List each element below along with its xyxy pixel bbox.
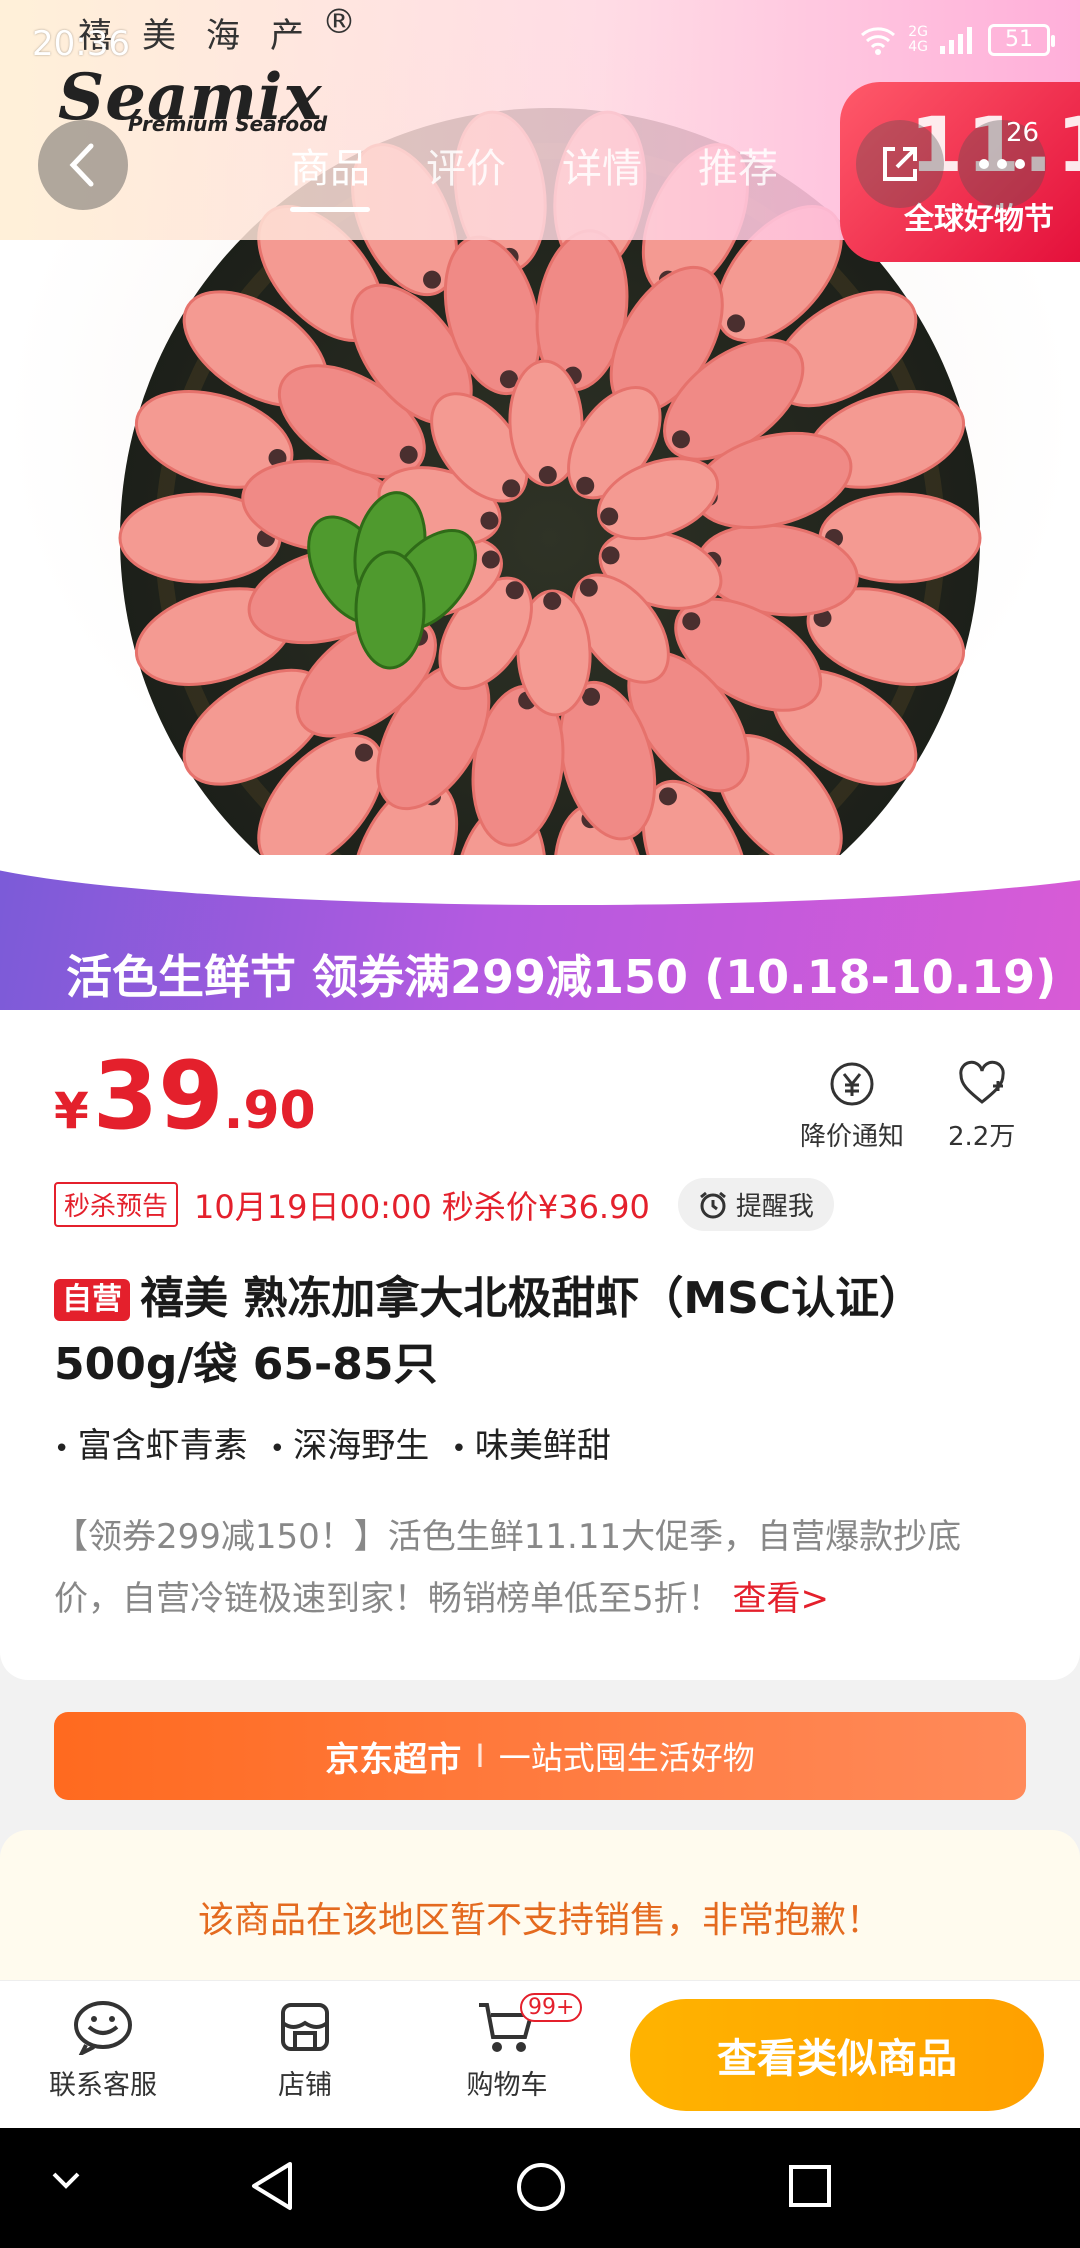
- promo-banner[interactable]: 活色生鲜节 领券满299减150 (10.18-10.19): [0, 855, 1080, 1010]
- seckill-preview: 秒杀预告 10月19日00:00 秒杀价¥36.90 提醒我: [54, 1178, 834, 1231]
- view-similar-button[interactable]: 查看类似商品: [630, 1999, 1044, 2111]
- remind-me-button[interactable]: 提醒我: [677, 1178, 834, 1231]
- share-button[interactable]: [856, 120, 944, 208]
- store-button[interactable]: 店铺: [230, 1999, 380, 2102]
- share-icon: [883, 147, 917, 181]
- product-title-text: 禧美 熟冻加拿大北极甜虾（MSC认证）500g/袋 65-85只: [54, 1273, 924, 1390]
- back-button[interactable]: [38, 120, 128, 210]
- bottom-action-bar: 联系客服 店铺 99+ 购物车 查看类似商品: [0, 1980, 1080, 2128]
- system-navigation-bar: [0, 2128, 1080, 2248]
- tab-reviews[interactable]: 评价: [426, 136, 506, 194]
- more-icon: [979, 159, 1025, 169]
- store-label: 店铺: [278, 2070, 332, 2101]
- customer-service-button[interactable]: 联系客服: [28, 1999, 178, 2102]
- tab-product[interactable]: 商品: [290, 136, 370, 212]
- yen-circle-icon: [830, 1062, 874, 1106]
- favorite-count: 2.2万: [948, 1122, 1016, 1152]
- brand-subtitle: Premium Seafood: [128, 112, 328, 136]
- battery-icon: 51: [988, 24, 1055, 56]
- feature-item: 富含虾青素: [54, 1418, 248, 1467]
- favorite-button[interactable]: 2.2万: [948, 1060, 1015, 1153]
- feature-item: 味美鲜甜: [451, 1418, 611, 1467]
- store-icon: [281, 2003, 329, 2051]
- remind-me-label: 提醒我: [735, 1192, 814, 1222]
- page-tabs: 商品 评价 详情 推荐: [290, 136, 778, 212]
- status-time: 20:36: [32, 24, 130, 64]
- wifi-icon: [861, 27, 896, 55]
- feature-list: 富含虾青素 深海野生 味美鲜甜: [54, 1418, 611, 1467]
- cart-count-badge: 99+: [520, 1993, 583, 2022]
- price-decimal: .90: [223, 1081, 316, 1141]
- nav-recents-button[interactable]: [786, 2162, 834, 2210]
- heart-plus-icon: [959, 1060, 1005, 1104]
- network-label: 2G 4G: [908, 24, 928, 55]
- unavailable-notice: 该商品在该地区暂不支持销售，非常抱歉！: [0, 1830, 1080, 1980]
- seckill-tag: 秒杀预告: [54, 1182, 179, 1227]
- triangle-back-icon: [252, 2162, 292, 2210]
- message-count-badge: 26: [1006, 118, 1040, 148]
- supermarket-name: 京东超市: [325, 1739, 462, 1780]
- signal-icon: [940, 27, 972, 54]
- price-currency: ¥: [54, 1082, 89, 1140]
- promo-banner-text: 活色生鲜节 领券满299减150 (10.18-10.19): [66, 950, 1057, 1004]
- tab-recommend[interactable]: 推荐: [698, 136, 778, 194]
- unavailable-notice-text: 该商品在该地区暂不支持销售，非常抱歉！: [197, 1900, 882, 1941]
- price-drop-notify-button[interactable]: 降价通知: [800, 1060, 904, 1153]
- separator: I: [475, 1737, 485, 1775]
- chevron-left-icon: [69, 143, 94, 187]
- circle-home-icon: [517, 2163, 565, 2211]
- view-more-link[interactable]: 查看>: [732, 1579, 829, 1619]
- tab-details[interactable]: 详情: [562, 136, 642, 194]
- price-integer: 39: [92, 1042, 224, 1151]
- product-page: 禧美海产 ® Seamix Premium Seafood 20:36 2G 4…: [0, 0, 1080, 2248]
- cart-button[interactable]: 99+ 购物车: [432, 1993, 583, 2102]
- seckill-text: 10月19日00:00 秒杀价¥36.90: [194, 1187, 650, 1226]
- status-icons: 2G 4G 51: [858, 24, 1055, 56]
- hide-keyboard-button[interactable]: [44, 2166, 88, 2196]
- self-operated-tag: 自营: [54, 1279, 130, 1321]
- price: ¥ 39 .90: [54, 1050, 316, 1144]
- alarm-clock-icon: [699, 1191, 726, 1218]
- promo-description: 【领券299减150！】活色生鲜11.11大促季，自营爆款抄底价，自营冷链极速到…: [54, 1506, 1014, 1630]
- product-info-card: ¥ 39 .90 降价通知 2.2万 秒杀预告 10月19日00:00 秒杀价¥…: [0, 1010, 1080, 1680]
- supermarket-slogan: 一站式囤生活好物: [498, 1739, 755, 1777]
- nav-home-button[interactable]: [514, 2160, 568, 2214]
- registered-mark: ®: [322, 2, 356, 42]
- chevron-down-icon: [52, 2172, 80, 2189]
- product-image-area[interactable]: 禧美海产 ® Seamix Premium Seafood 20:36 2G 4…: [0, 0, 1080, 1010]
- cart-label: 购物车: [466, 2070, 548, 2101]
- price-drop-notify-label: 降价通知: [800, 1122, 905, 1152]
- customer-service-icon: [74, 2001, 132, 2055]
- customer-service-label: 联系客服: [49, 2070, 157, 2101]
- nav-back-button[interactable]: [246, 2158, 298, 2214]
- product-title: 自营 禧美 熟冻加拿大北极甜虾（MSC认证）500g/袋 65-85只: [54, 1266, 1034, 1398]
- feature-item: 深海野生: [270, 1418, 429, 1467]
- jd-supermarket-banner[interactable]: 京东超市 I 一站式囤生活好物: [54, 1712, 1026, 1800]
- square-recents-icon: [789, 2165, 831, 2207]
